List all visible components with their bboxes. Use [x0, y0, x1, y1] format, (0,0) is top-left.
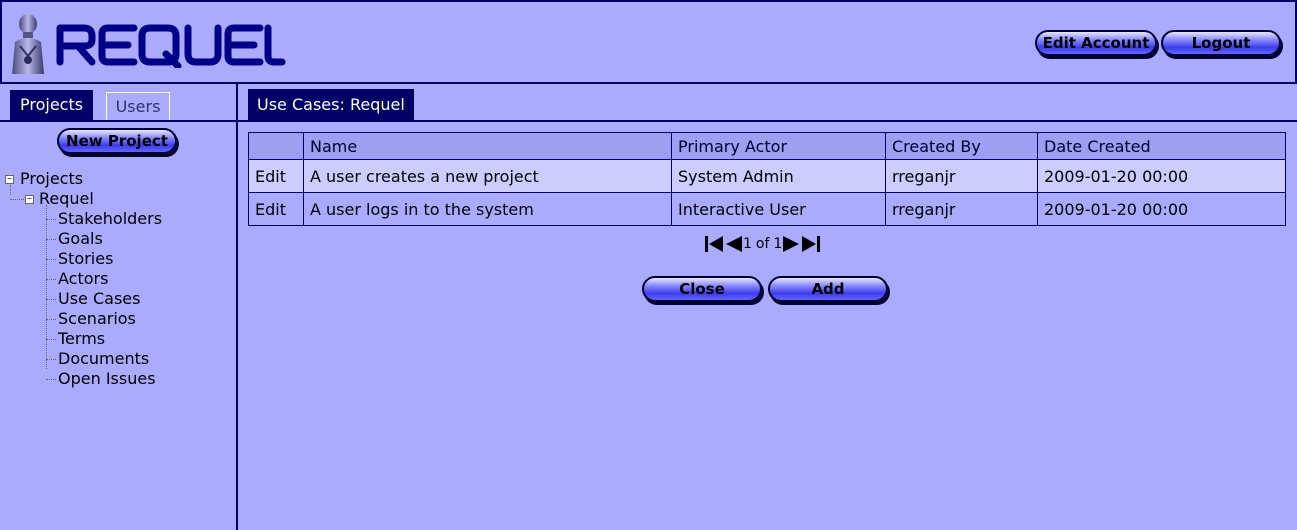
tree-connector — [10, 199, 24, 200]
page-total: 1 — [773, 236, 783, 252]
tree-item-actors[interactable]: Actors — [58, 269, 108, 289]
page-current: 1 — [743, 236, 752, 252]
tree-item-documents[interactable]: Documents — [58, 349, 149, 369]
tree-connector — [46, 279, 56, 280]
tree-connector — [46, 379, 56, 380]
cell-name: A user creates a new project — [303, 159, 672, 193]
table-header-row: Name Primary Actor Created By Date Creat… — [248, 132, 1286, 160]
table-row[interactable]: Edit A user logs in to the system Intera… — [248, 192, 1286, 226]
edit-link[interactable]: Edit — [248, 192, 304, 226]
tree-root-projects[interactable]: Projects — [20, 169, 83, 189]
next-page-icon[interactable] — [782, 235, 801, 253]
page-of-label: of — [755, 236, 770, 252]
requel-wordmark — [56, 24, 286, 70]
cell-date-created: 2009-01-20 00:00 — [1037, 159, 1286, 193]
table-row[interactable]: Edit A user creates a new project System… — [248, 159, 1286, 193]
tree-item-terms[interactable]: Terms — [58, 329, 105, 349]
tree-item-use-cases[interactable]: Use Cases — [58, 289, 140, 309]
tree-connector — [46, 239, 56, 240]
tab-users[interactable]: Users — [106, 92, 170, 120]
app-header: Edit Account Logout — [0, 0, 1297, 84]
tree-item-open-issues[interactable]: Open Issues — [58, 369, 156, 389]
new-project-label: New Project — [66, 132, 168, 150]
tree-connector — [46, 299, 56, 300]
left-panel: Projects Users New Project − Projects − … — [0, 84, 238, 530]
close-label: Close — [679, 280, 725, 298]
column-header-primary-actor[interactable]: Primary Actor — [671, 132, 886, 160]
new-project-button[interactable]: New Project — [57, 128, 177, 154]
tree-connector — [46, 259, 56, 260]
collapse-icon[interactable]: − — [5, 175, 14, 184]
cell-date-created: 2009-01-20 00:00 — [1037, 192, 1286, 226]
left-tab-bar: Projects Users — [0, 84, 236, 122]
tree-item-stories[interactable]: Stories — [58, 249, 113, 269]
first-page-icon[interactable] — [704, 235, 724, 253]
cell-created-by: rreganjr — [885, 192, 1038, 226]
column-header-action — [248, 132, 304, 160]
app-logo-text — [54, 20, 286, 72]
tab-projects[interactable]: Projects — [10, 90, 94, 120]
tree-item-stakeholders[interactable]: Stakeholders — [58, 209, 162, 229]
tree-item-goals[interactable]: Goals — [58, 229, 103, 249]
column-header-date-created[interactable]: Date Created — [1037, 132, 1286, 160]
main-tab-bar: Use Cases: Requel — [238, 84, 1297, 122]
collapse-icon[interactable]: − — [25, 195, 34, 204]
tree-connector — [10, 185, 11, 195]
tree-connector — [46, 205, 47, 369]
edit-account-label: Edit Account — [1042, 34, 1150, 52]
edit-account-button[interactable]: Edit Account — [1035, 30, 1157, 56]
cell-primary-actor: Interactive User — [671, 192, 886, 226]
cell-primary-actor: System Admin — [671, 159, 886, 193]
cell-name: A user logs in to the system — [303, 192, 672, 226]
tree-project-requel[interactable]: Requel — [39, 189, 94, 209]
cell-created-by: rreganjr — [885, 159, 1038, 193]
tree-connector — [46, 339, 56, 340]
close-button[interactable]: Close — [642, 276, 762, 302]
tree-item-scenarios[interactable]: Scenarios — [58, 309, 136, 329]
previous-page-icon[interactable] — [724, 235, 743, 253]
tab-use-cases[interactable]: Use Cases: Requel — [248, 89, 414, 120]
edit-link[interactable]: Edit — [248, 159, 304, 193]
use-cases-table: Name Primary Actor Created By Date Creat… — [248, 132, 1286, 226]
tree-connector — [46, 359, 56, 360]
add-label: Add — [811, 280, 845, 298]
tree-connector — [46, 219, 56, 220]
robot-logo-icon — [12, 14, 44, 74]
last-page-icon[interactable] — [801, 235, 821, 253]
add-button[interactable]: Add — [768, 276, 888, 302]
column-header-created-by[interactable]: Created By — [885, 132, 1038, 160]
column-header-name[interactable]: Name — [303, 132, 672, 160]
logout-label: Logout — [1191, 34, 1251, 52]
tree-connector — [46, 319, 56, 320]
logout-button[interactable]: Logout — [1161, 30, 1281, 56]
pagination: 1 of 1 — [704, 234, 821, 254]
